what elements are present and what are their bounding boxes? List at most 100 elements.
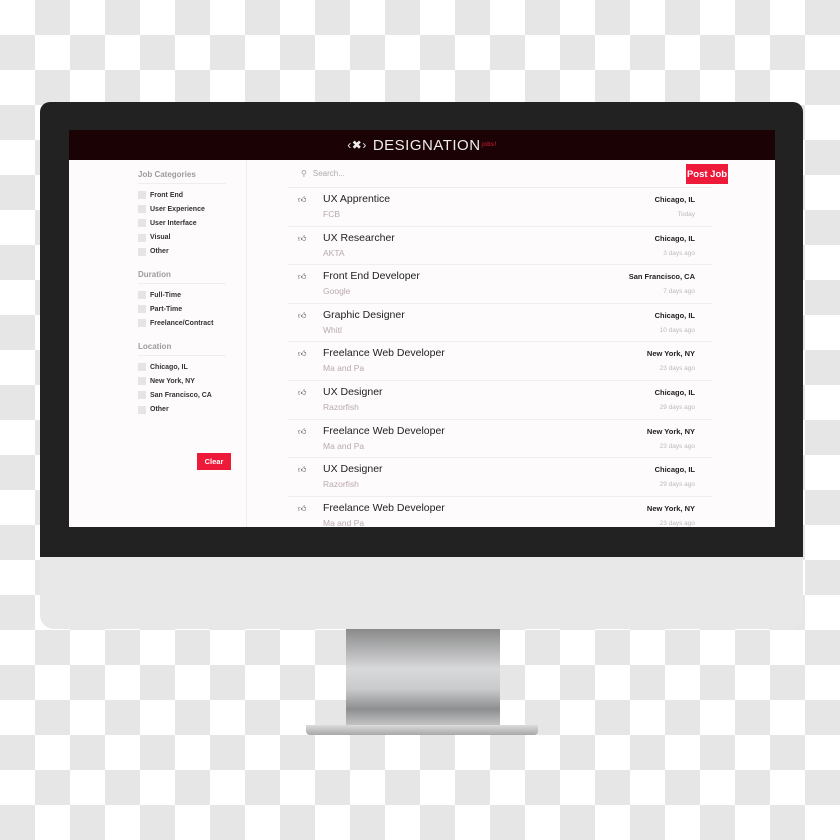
thumbs-up-icon[interactable]: 👍︎ (298, 427, 306, 437)
clear-button[interactable]: Clear (197, 453, 231, 470)
filter-option[interactable]: San Francisco, CA (138, 388, 226, 402)
search-input[interactable]: Search... (313, 169, 345, 178)
job-row[interactable]: 👍︎ UX Apprentice FCB Chicago, IL Today (288, 188, 712, 227)
filter-option[interactable]: New York, NY (138, 374, 226, 388)
job-title[interactable]: Freelance Web Developer (323, 502, 445, 514)
checkbox[interactable] (138, 405, 146, 414)
job-row[interactable]: 👍︎ UX Designer Razorfish Chicago, IL 29 … (288, 381, 712, 420)
posted-age: 7 days ago (663, 288, 695, 296)
filter-option[interactable]: Other (138, 403, 226, 417)
thumbs-up-icon[interactable]: 👍︎ (298, 234, 306, 244)
company-name: AKTA (323, 247, 345, 258)
posted-age: 29 days ago (659, 481, 695, 489)
job-title[interactable]: Graphic Designer (323, 309, 405, 321)
job-row[interactable]: 👍︎ Graphic Designer Whitl Chicago, IL 10… (288, 304, 712, 343)
job-title[interactable]: Front End Developer (323, 270, 420, 282)
screen: ‹✖› DESIGNATION jobs! Job Categories Front… (69, 130, 775, 527)
job-row[interactable]: 👍︎ Freelance Web Developer Ma and Pa New… (288, 420, 712, 459)
job-title[interactable]: UX Designer (323, 463, 383, 475)
posted-age: 10 days ago (659, 326, 695, 334)
checkbox[interactable] (138, 319, 146, 328)
filter-group-title: Duration (138, 270, 226, 284)
job-location: Chicago, IL (654, 465, 695, 475)
monitor-chin (40, 557, 803, 629)
posted-age: 23 days ago (659, 519, 695, 527)
thumbs-up-icon[interactable]: 👍︎ (298, 388, 306, 398)
thumbs-up-icon[interactable]: 👍︎ (298, 349, 306, 359)
job-location: Chicago, IL (654, 310, 695, 320)
job-row[interactable]: 👍︎ UX Researcher AKTA Chicago, IL 3 days… (288, 227, 712, 266)
filter-sidebar: Job Categories Front End User Experience Us… (69, 160, 247, 527)
job-title[interactable]: UX Researcher (323, 232, 395, 244)
filter-option-label: San Francisco, CA (150, 391, 212, 399)
filter-group-title: Location (138, 342, 226, 356)
search-bar[interactable]: ⚲ Search... (288, 160, 712, 188)
thumbs-up-icon[interactable]: 👍︎ (298, 311, 306, 321)
thumbs-up-icon[interactable]: 👍︎ (298, 272, 306, 282)
filter-option-label: Full-Time (150, 291, 181, 299)
logo-icon: ‹✖› (347, 138, 367, 152)
job-location: San Francisco, CA (628, 272, 695, 282)
filter-option[interactable]: User Interface (138, 216, 226, 230)
job-title[interactable]: UX Apprentice (323, 193, 390, 205)
thumbs-up-icon[interactable]: 👍︎ (298, 465, 306, 475)
checkbox[interactable] (138, 377, 146, 386)
checkbox[interactable] (138, 291, 146, 300)
filter-option[interactable]: Other (138, 245, 226, 259)
monitor-stand (346, 629, 500, 729)
company-name: Ma and Pa (323, 363, 365, 374)
checkbox[interactable] (138, 247, 146, 256)
job-row[interactable]: 👍︎ Freelance Web Developer Ma and Pa New… (288, 342, 712, 381)
filter-option-label: Part-Time (150, 305, 183, 313)
company-name: Razorfish (323, 401, 359, 412)
job-location: Chicago, IL (654, 233, 695, 243)
filter-option[interactable]: Chicago, IL (138, 360, 226, 374)
filter-option[interactable]: Freelance/Contract (138, 316, 226, 330)
filter-option-label: Front End (150, 191, 184, 199)
job-row[interactable]: 👍︎ Front End Developer Google San Franci… (288, 265, 712, 304)
company-name: Whitl (323, 324, 342, 335)
job-list-panel: ⚲ Search... Post Job 👍︎ UX Apprentice FC… (288, 160, 728, 527)
filter-group: Location Chicago, IL New York, NY San Franc… (138, 342, 226, 417)
brand-suffix: jobs! (481, 142, 497, 148)
filter-option[interactable]: Front End (138, 188, 226, 202)
app-header: ‹✖› DESIGNATION jobs! (69, 130, 775, 160)
company-name: Ma and Pa (323, 517, 365, 527)
filter-option-label: New York, NY (150, 377, 195, 385)
job-title[interactable]: Freelance Web Developer (323, 425, 445, 437)
checkbox[interactable] (138, 233, 146, 242)
job-location: Chicago, IL (654, 195, 695, 204)
filter-group-title: Job Categories (138, 170, 226, 184)
filter-group: Duration Full-Time Part-Time Freelance/Cont… (138, 270, 226, 331)
job-row[interactable]: 👍︎ UX Designer Razorfish Chicago, IL 29 … (288, 458, 712, 497)
posted-age: 29 days ago (659, 403, 695, 411)
filter-option-label: Other (150, 248, 169, 256)
filter-option[interactable]: Full-Time (138, 288, 226, 302)
filter-option[interactable]: Visual (138, 231, 226, 245)
job-title[interactable]: Freelance Web Developer (323, 347, 445, 359)
filter-option[interactable]: User Experience (138, 202, 226, 216)
post-job-button[interactable]: Post Job (686, 164, 728, 184)
checkbox[interactable] (138, 205, 146, 214)
search-icon: ⚲ (301, 169, 307, 178)
job-location: New York, NY (646, 426, 695, 436)
checkbox[interactable] (138, 305, 146, 314)
job-row[interactable]: 👍︎ Freelance Web Developer Ma and Pa New… (288, 497, 712, 527)
posted-age: 23 days ago (659, 365, 695, 373)
checkbox[interactable] (138, 391, 146, 400)
checkbox[interactable] (138, 219, 146, 228)
filter-option-label: Freelance/Contract (150, 319, 214, 327)
job-title[interactable]: UX Designer (323, 386, 383, 398)
filter-option-label: Visual (150, 234, 171, 242)
job-list: 👍︎ UX Apprentice FCB Chicago, IL Today 👍︎… (288, 188, 712, 527)
checkbox[interactable] (138, 191, 146, 200)
filter-option[interactable]: Part-Time (138, 302, 226, 316)
posted-age: 3 days ago (663, 249, 695, 257)
company-name: Google (323, 286, 351, 297)
thumbs-up-icon[interactable]: 👍︎ (298, 504, 306, 514)
filter-option-label: Other (150, 406, 169, 414)
checkbox[interactable] (138, 363, 146, 372)
brand-name[interactable]: DESIGNATION (373, 137, 481, 154)
thumbs-up-icon[interactable]: 👍︎ (298, 195, 306, 205)
posted-age: 23 days ago (659, 442, 695, 450)
